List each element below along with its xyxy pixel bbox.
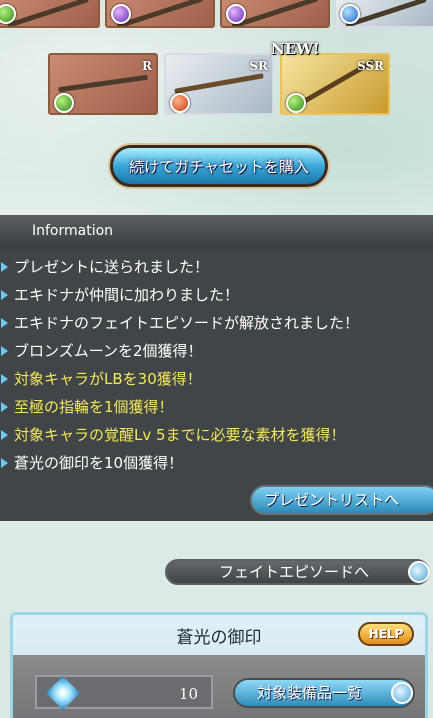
help-button[interactable]: HELP: [358, 622, 414, 646]
fate-episode-label: フェイトエピソードへ: [219, 563, 370, 581]
element-icon: [340, 4, 360, 24]
info-item: プレゼントに送られました！: [0, 253, 433, 281]
seal-count: 10: [179, 685, 199, 703]
info-item: ブロンズムーンを2個獲得！: [0, 337, 433, 365]
equipment-list-button[interactable]: 対象装備品一覧: [233, 678, 415, 708]
element-icon: [54, 93, 74, 113]
info-item: エキドナが仲間に加わりました！: [0, 281, 433, 309]
reward-card-bow[interactable]: SR: [164, 53, 274, 115]
new-badge: NEW!: [271, 40, 320, 58]
info-item-highlight: 至極の指輪を1個獲得！: [0, 393, 433, 421]
present-list-label: プレゼントリストへ: [264, 491, 400, 509]
weapon-image: [174, 73, 264, 94]
fate-episode-button[interactable]: フェイトエピソードへ: [165, 559, 430, 585]
reward-card[interactable]: [105, 0, 215, 28]
info-item-highlight: 対象キャラがLBを30獲得！: [0, 365, 433, 393]
reward-card[interactable]: [220, 0, 330, 28]
present-list-button[interactable]: プレゼントリストへ: [250, 485, 433, 515]
information-header: Information: [0, 215, 433, 249]
element-icon: [170, 93, 190, 113]
continue-gacha-button[interactable]: 続けてガチャセットを購入: [110, 145, 328, 187]
rarity-badge: SSR: [356, 59, 384, 73]
element-icon: [226, 4, 246, 24]
weapon-image: [7, 0, 89, 26]
element-icon: [286, 93, 306, 113]
seal-panel: 蒼光の御印 HELP 10 対象装備品一覧: [10, 612, 428, 718]
rarity-badge: R: [142, 59, 152, 73]
reward-card[interactable]: [0, 0, 100, 28]
seal-count-box: 10: [35, 675, 213, 710]
arrow-right-icon: [408, 561, 430, 583]
reward-card-fan[interactable]: R: [48, 53, 158, 115]
seal-gem-icon: [46, 676, 80, 710]
info-item: 蒼光の御印を10個獲得！: [0, 449, 433, 477]
rarity-badge: SR: [249, 59, 268, 73]
element-icon: [111, 4, 131, 24]
information-panel: Information プレゼントに送られました！ エキドナが仲間に加わりました…: [0, 215, 433, 521]
info-item-highlight: 対象キャラの覚醒Lv 5までに必要な素材を獲得！: [0, 421, 433, 449]
equipment-list-label: 対象装備品一覧: [257, 684, 363, 702]
arrow-right-icon: [391, 682, 413, 704]
reward-card[interactable]: [334, 0, 433, 28]
info-item: エキドナのフェイトエピソードが解放されました！: [0, 309, 433, 337]
seal-row: 10 対象装備品一覧: [13, 655, 425, 718]
reward-card-staff[interactable]: SSR: [280, 53, 390, 115]
information-list: プレゼントに送られました！ エキドナが仲間に加わりました！ エキドナのフェイトエ…: [0, 249, 433, 477]
weapon-image: [58, 74, 148, 93]
